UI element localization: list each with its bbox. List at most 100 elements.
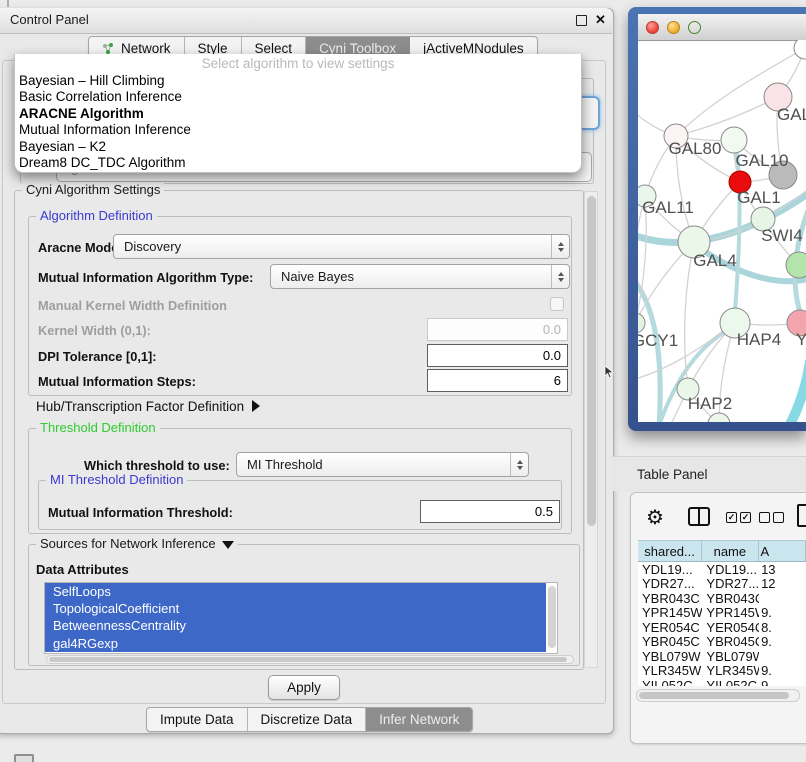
network-node-label: HAP2 [688, 394, 732, 413]
hscroll-thumb[interactable] [49, 657, 567, 662]
clear-all-checks-icon[interactable] [759, 512, 784, 523]
algorithm-option[interactable]: ARACNE Algorithm [15, 106, 581, 122]
table-cell: YBL079W [702, 649, 759, 664]
table-cell: YPR145W [702, 605, 759, 620]
apply-button[interactable]: Apply [268, 675, 340, 700]
algorithm-option[interactable]: Bayesian – K2 [15, 139, 581, 155]
table-cell: YPR145W [638, 605, 702, 620]
table-cell: YLR345W [638, 663, 702, 678]
tab-label: Impute Data [160, 712, 234, 727]
table-row[interactable]: YDR27...YDR27...12 [638, 577, 806, 592]
float-window-icon[interactable] [576, 15, 587, 26]
table-column-header[interactable]: A [759, 541, 806, 561]
minimize-traffic-light[interactable] [667, 21, 680, 34]
close-icon[interactable]: ✕ [595, 12, 606, 28]
attr-list-scrollbar-thumb[interactable] [548, 586, 556, 648]
network-node-label: GAL4 [693, 251, 736, 270]
sources-horizontal-scrollbar[interactable] [46, 655, 574, 664]
data-attribute-item[interactable]: BetweennessCentrality [45, 617, 546, 634]
document-icon[interactable] [797, 504, 806, 527]
settings-vertical-scrollbar[interactable] [584, 191, 598, 668]
mi-steps-field[interactable]: 6 [427, 369, 568, 392]
data-attributes-list[interactable]: SelfLoopsTopologicalCoefficientBetweenne… [44, 582, 558, 654]
zoom-traffic-light[interactable] [688, 21, 701, 34]
network-node-label: GAL11 [642, 198, 694, 217]
tab-impute-data[interactable]: Impute Data [147, 708, 248, 731]
tab-label: Discretize Data [261, 712, 353, 727]
combo-stepper-icon [551, 265, 569, 288]
table-column-header[interactable]: shared... [638, 541, 702, 561]
tab-infer-network[interactable]: Infer Network [366, 708, 472, 731]
algorithm-option[interactable]: Dream8 DC_TDC Algorithm [15, 155, 581, 171]
hub-definition-expander[interactable]: Hub/Transcription Factor Definition [36, 399, 260, 414]
table-cell: YBL079W [638, 649, 702, 664]
table-cell: YBR045C [702, 634, 759, 649]
expander-right-icon [252, 400, 260, 412]
table-row[interactable]: YLR345WYLR345W9. [638, 664, 806, 679]
aracne-mode-combo[interactable]: Discovery [113, 234, 570, 259]
algorithm-option[interactable]: Bayesian – Hill Climbing [15, 73, 581, 89]
table-cell: YIL052C [702, 678, 759, 686]
network-node-label: GAL [777, 105, 806, 124]
mi-type-combo[interactable]: Naive Bayes [270, 264, 570, 289]
table-row[interactable]: YPR145WYPR145W9. [638, 606, 806, 621]
partial-widget[interactable] [14, 754, 34, 762]
mi-threshold-field[interactable]: 0.5 [420, 500, 560, 523]
settings-group-title: Cyni Algorithm Settings [22, 182, 164, 197]
table-row[interactable]: YDL19...YDL19...13 [638, 562, 806, 577]
close-traffic-light[interactable] [646, 21, 659, 34]
table-rows: YDL19...YDL19...13YDR27...YDR27...12YBR0… [638, 562, 806, 686]
table-panel-title: Table Panel [637, 467, 708, 482]
network-node[interactable] [638, 313, 645, 333]
table-hscroll-thumb[interactable] [639, 692, 789, 699]
algorithm-option[interactable]: Basic Correlation Inference [15, 89, 581, 105]
which-threshold-combo[interactable]: MI Threshold [236, 452, 529, 477]
tab-discretize-data[interactable]: Discretize Data [248, 708, 367, 731]
tab-label: Infer Network [379, 712, 459, 727]
table-row[interactable]: YBR045CYBR045C9. [638, 635, 806, 650]
network-node[interactable] [786, 252, 806, 278]
network-edge[interactable] [766, 362, 806, 422]
network-canvas[interactable]: GALGAL80GAL10GAL1GAL11SWI4GAL4GCY1HAP4YH… [638, 40, 806, 422]
network-node-label: GAL10 [736, 151, 789, 170]
network-node[interactable] [794, 40, 806, 59]
network-node-label: SWI4 [761, 226, 803, 245]
data-attribute-item[interactable]: SelfLoops [45, 583, 546, 600]
table-row[interactable]: YBL079WYBL079W [638, 649, 806, 664]
gear-icon[interactable]: ⚙ [646, 505, 664, 530]
network-node-label: GAL80 [669, 139, 722, 158]
aracne-mode-value: Discovery [124, 239, 551, 254]
control-panel-titlebar[interactable]: Control Panel ✕ [0, 8, 612, 34]
network-node[interactable] [708, 413, 730, 422]
algorithm-option[interactable]: Mutual Information Inference [15, 122, 581, 138]
kernel-width-field[interactable]: 0.0 [427, 318, 568, 341]
combo-stepper-icon [551, 235, 569, 258]
table-header-row[interactable]: shared...nameA [638, 540, 806, 562]
settings-scrollbar-thumb[interactable] [587, 196, 596, 526]
aracne-mode-label: Aracne Mode: [38, 240, 123, 255]
network-node-label: Y [796, 330, 806, 349]
manual-kernel-checkbox[interactable] [550, 297, 564, 311]
table-horizontal-scrollbar[interactable] [636, 689, 800, 702]
data-attribute-item[interactable]: gal4RGexp [45, 635, 546, 652]
table-row[interactable]: YIL052CYIL052C9. [638, 678, 806, 686]
mi-steps-label: Mutual Information Steps: [38, 374, 196, 389]
table-row[interactable]: YER054CYER054C8. [638, 620, 806, 635]
table-cell: YDR27... [638, 576, 702, 591]
popup-prompt: Select algorithm to view settings [15, 54, 581, 73]
mi-type-label: Mutual Information Algorithm Type: [38, 270, 253, 285]
table-column-header[interactable]: name [702, 541, 758, 561]
kernel-width-label: Kernel Width (0,1): [38, 323, 151, 338]
dpi-tolerance-label: DPI Tolerance [0,1]: [38, 349, 157, 364]
network-node[interactable] [721, 127, 747, 153]
table-row[interactable]: YBR043CYBR043C [638, 591, 806, 606]
network-edge[interactable] [638, 278, 660, 422]
dpi-tolerance-field[interactable]: 0.0 [427, 344, 568, 367]
network-view-titlebar[interactable] [638, 14, 806, 41]
sources-group-title[interactable]: Sources for Network Inference [36, 536, 238, 551]
app-root: Control Panel ✕ NetworkStyleSelectCyni T… [0, 0, 806, 762]
columns-icon[interactable] [688, 507, 710, 526]
data-attribute-item[interactable]: TopologicalCoefficient [45, 600, 546, 617]
mouse-cursor [604, 366, 614, 379]
select-all-checks-icon[interactable]: ✓✓ [726, 512, 751, 523]
